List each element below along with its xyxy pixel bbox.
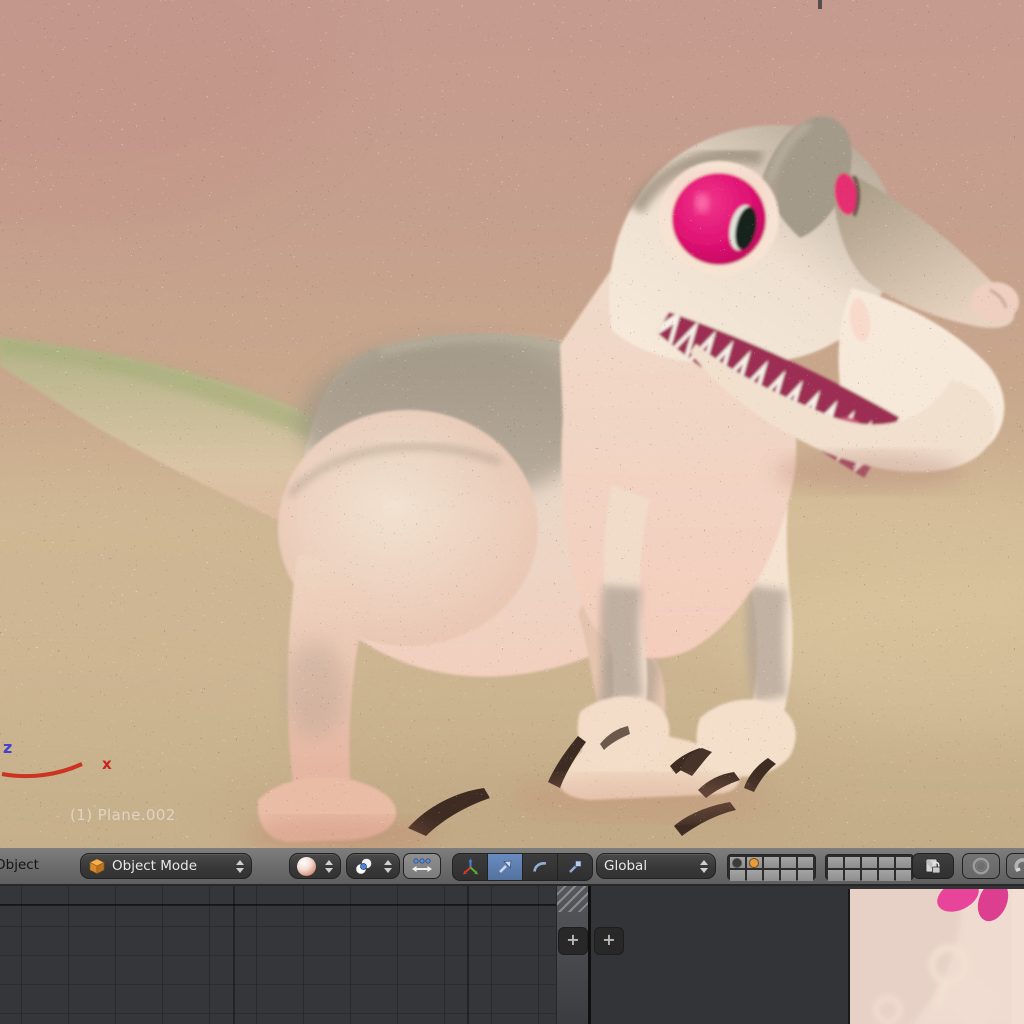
layer-cell[interactable] (879, 857, 894, 868)
manipulator-group (452, 853, 593, 879)
region-expand-button-left[interactable]: + (558, 927, 588, 955)
pivot-stepper[interactable] (384, 860, 392, 873)
layer-cell[interactable] (845, 870, 860, 881)
object-menu[interactable]: Object (0, 857, 39, 883)
manipulate-centers-icon (411, 857, 433, 875)
viewport-object-info: (1) Plane.002 (70, 806, 176, 824)
preview-image (850, 889, 1024, 1024)
grid-major-line (467, 886, 469, 1024)
scene-lock-icon (923, 856, 943, 876)
mode-label: Object Mode (112, 858, 197, 874)
layer-cell[interactable] (879, 870, 894, 881)
axis-x-label: x (102, 755, 112, 773)
manipulate-centers-toggle[interactable] (403, 853, 441, 879)
layers-block-1[interactable] (727, 854, 816, 880)
layer-cell[interactable] (730, 870, 745, 881)
layer-cell[interactable] (747, 857, 762, 868)
axis-tripod-icon (461, 858, 480, 877)
area-resize-corner[interactable] (557, 886, 588, 912)
orientation-stepper[interactable] (700, 860, 708, 873)
translate-arrow-icon (496, 858, 514, 876)
layers-widget (727, 854, 914, 880)
blender-window: x z (1) Plane.002 Object Object Mode (0, 0, 1024, 1024)
layer-active-dot (749, 858, 759, 868)
layer-cell[interactable] (896, 870, 911, 881)
3d-viewport[interactable]: x z (1) Plane.002 (0, 0, 1024, 848)
scale-square-icon (566, 858, 584, 876)
rotate-manipulator-button[interactable] (523, 853, 558, 881)
pivot-dropdown[interactable] (346, 853, 400, 879)
snap-button[interactable] (1006, 853, 1024, 879)
proportional-circle-icon (971, 856, 991, 876)
camera-tick (818, 0, 822, 9)
proportional-edit-button[interactable] (962, 853, 1000, 879)
timeline-grid-editor[interactable] (0, 886, 556, 1024)
magnet-icon (1013, 856, 1024, 876)
manipulator-toggle-button[interactable] (452, 853, 488, 881)
layer-cell[interactable] (781, 857, 796, 868)
axis-z-label: z (3, 738, 12, 757)
layer-cell[interactable] (764, 857, 779, 868)
bottom-editors: + + (0, 886, 1024, 1024)
viewport-header: Object Object Mode (0, 848, 1024, 886)
shading-dropdown[interactable] (289, 853, 341, 879)
rendered-sphere-icon (297, 857, 316, 876)
layer-cell[interactable] (862, 870, 877, 881)
shading-stepper[interactable] (325, 860, 333, 873)
orientation-dropdown[interactable]: Global (596, 853, 716, 879)
3d-viewport-render[interactable]: x z (0, 0, 1024, 848)
render-noise-dark (0, 0, 1024, 848)
layer-objects-dot (732, 858, 742, 868)
layer-cell[interactable] (781, 870, 796, 881)
mode-dropdown[interactable]: Object Mode (80, 853, 252, 879)
layer-cell[interactable] (798, 870, 813, 881)
cube-icon (88, 857, 106, 875)
rotate-arc-icon (531, 858, 549, 876)
layer-cell[interactable] (845, 857, 860, 868)
layers-block-2[interactable] (825, 854, 914, 880)
scene-lock-button[interactable] (912, 853, 954, 879)
layer-cell[interactable] (747, 870, 762, 881)
layer-cell[interactable] (828, 870, 843, 881)
median-point-icon (354, 857, 373, 876)
orientation-label: Global (604, 858, 647, 874)
layer-cell[interactable] (730, 857, 745, 868)
secondary-render-preview[interactable] (848, 889, 1024, 1024)
layer-cell[interactable] (896, 857, 911, 868)
layer-cell[interactable] (798, 857, 813, 868)
layer-cell[interactable] (764, 870, 779, 881)
scale-manipulator-button[interactable] (558, 853, 593, 881)
region-expand-button-right[interactable]: + (594, 927, 624, 955)
layer-cell[interactable] (828, 857, 843, 868)
translate-manipulator-button[interactable] (488, 853, 523, 881)
mode-stepper[interactable] (236, 860, 244, 873)
layer-cell[interactable] (862, 857, 877, 868)
grid-major-line (233, 886, 235, 1024)
